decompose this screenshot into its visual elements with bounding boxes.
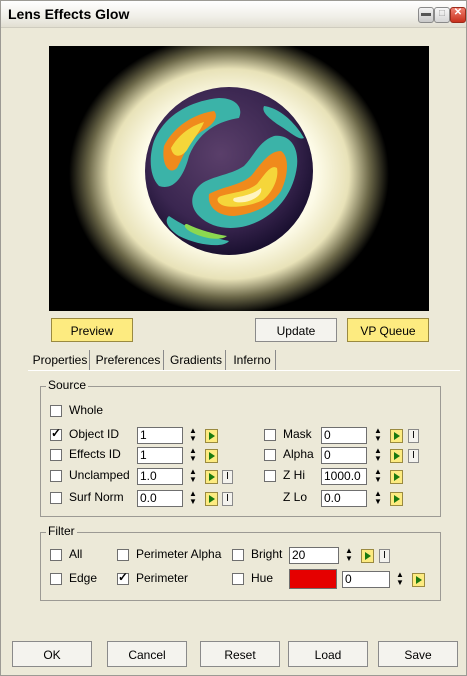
object-id-field[interactable]: 1 bbox=[137, 427, 183, 444]
tab-properties[interactable]: Properties bbox=[31, 350, 90, 370]
mask-invert-button[interactable]: I bbox=[408, 429, 419, 443]
unclamped-field[interactable]: 1.0 bbox=[137, 468, 183, 485]
surf-norm-play-icon[interactable] bbox=[205, 492, 218, 506]
tab-preferences[interactable]: Preferences bbox=[93, 350, 164, 370]
z-lo-field[interactable]: 0.0 bbox=[321, 490, 367, 507]
effects-id-checkbox[interactable] bbox=[50, 449, 62, 461]
load-button[interactable]: Load bbox=[288, 641, 368, 667]
bright-checkbox[interactable] bbox=[232, 549, 244, 561]
perimeter-alpha-label: Perimeter Alpha bbox=[136, 547, 222, 561]
mask-play-icon[interactable] bbox=[390, 429, 403, 443]
unclamped-spinner-icon[interactable]: ▲ ▼ bbox=[188, 468, 198, 485]
hue-field[interactable]: 0 bbox=[342, 571, 390, 588]
filter-group bbox=[40, 532, 441, 601]
cancel-button[interactable]: Cancel bbox=[107, 641, 187, 667]
all-label: All bbox=[69, 547, 83, 561]
hue-play-icon[interactable] bbox=[412, 573, 425, 587]
bright-spinner-icon[interactable]: ▲ ▼ bbox=[344, 547, 354, 564]
effects-id-label: Effects ID bbox=[69, 447, 121, 461]
all-checkbox[interactable] bbox=[50, 549, 62, 561]
unclamped-play-icon[interactable] bbox=[205, 470, 218, 484]
z-hi-label: Z Hi bbox=[283, 468, 305, 482]
mask-spinner-icon[interactable]: ▲ ▼ bbox=[373, 427, 383, 444]
hue-spinner-icon[interactable]: ▲ ▼ bbox=[395, 571, 405, 588]
preview-button[interactable]: Preview bbox=[51, 318, 133, 342]
z-lo-label: Z Lo bbox=[283, 490, 308, 504]
ok-button[interactable]: OK bbox=[12, 641, 92, 667]
alpha-invert-button[interactable]: I bbox=[408, 449, 419, 463]
source-group-label: Source bbox=[46, 378, 89, 392]
minimize-icon[interactable]: ▬ bbox=[418, 7, 434, 23]
maximize-icon[interactable]: □ bbox=[434, 7, 450, 23]
update-button[interactable]: Update bbox=[255, 318, 337, 342]
perimeter-checkbox[interactable] bbox=[117, 570, 129, 585]
unclamped-invert-button[interactable]: I bbox=[222, 470, 233, 484]
mask-label: Mask bbox=[283, 427, 312, 441]
whole-checkbox[interactable] bbox=[50, 405, 62, 417]
bright-play-icon[interactable] bbox=[361, 549, 374, 563]
title-bar[interactable]: Lens Effects Glow ▬ □ ✕ bbox=[1, 1, 466, 28]
save-button[interactable]: Save bbox=[378, 641, 458, 667]
reset-button[interactable]: Reset bbox=[200, 641, 280, 667]
tab-gradients[interactable]: Gradients bbox=[167, 350, 226, 370]
surf-norm-spinner-icon[interactable]: ▲ ▼ bbox=[188, 490, 198, 507]
bright-label: Bright bbox=[251, 547, 283, 561]
close-icon[interactable]: ✕ bbox=[450, 7, 466, 23]
tab-inferno[interactable]: Inferno bbox=[229, 350, 276, 370]
alpha-label: Alpha bbox=[283, 447, 314, 461]
alpha-checkbox[interactable] bbox=[264, 449, 276, 461]
unclamped-label: Unclamped bbox=[69, 468, 130, 482]
perimeter-label: Perimeter bbox=[136, 571, 189, 585]
z-lo-play-icon[interactable] bbox=[390, 492, 403, 506]
z-hi-field[interactable]: 1000.0 bbox=[321, 468, 367, 485]
hue-label: Hue bbox=[251, 571, 274, 585]
object-id-spinner-icon[interactable]: ▲ ▼ bbox=[188, 427, 198, 444]
whole-label: Whole bbox=[69, 403, 104, 417]
z-hi-play-icon[interactable] bbox=[390, 470, 403, 484]
lens-effects-glow-window: Lens Effects Glow ▬ □ ✕ Preview Update V… bbox=[0, 0, 467, 676]
surf-norm-field[interactable]: 0.0 bbox=[137, 490, 183, 507]
z-lo-spinner-icon[interactable]: ▲ ▼ bbox=[373, 490, 383, 507]
alpha-field[interactable]: 0 bbox=[321, 447, 367, 464]
alpha-spinner-icon[interactable]: ▲ ▼ bbox=[373, 447, 383, 464]
edge-checkbox[interactable] bbox=[50, 573, 62, 585]
tab-divider bbox=[28, 370, 460, 371]
hue-checkbox[interactable] bbox=[232, 573, 244, 585]
bright-invert-button[interactable]: I bbox=[379, 549, 390, 563]
alpha-play-icon[interactable] bbox=[390, 449, 403, 463]
surf-norm-checkbox[interactable] bbox=[50, 492, 62, 504]
object-id-label: Object ID bbox=[69, 427, 120, 441]
glow-sphere-illustration bbox=[49, 46, 429, 311]
object-id-checkbox[interactable] bbox=[50, 426, 62, 441]
effects-id-field[interactable]: 1 bbox=[137, 447, 183, 464]
surf-norm-invert-button[interactable]: I bbox=[222, 492, 233, 506]
surf-norm-label: Surf Norm bbox=[69, 490, 124, 504]
mask-field[interactable]: 0 bbox=[321, 427, 367, 444]
z-hi-spinner-icon[interactable]: ▲ ▼ bbox=[373, 468, 383, 485]
unclamped-checkbox[interactable] bbox=[50, 470, 62, 482]
bright-field[interactable]: 20 bbox=[289, 547, 339, 564]
mask-checkbox[interactable] bbox=[264, 429, 276, 441]
hue-color-swatch[interactable] bbox=[289, 569, 337, 589]
window-title: Lens Effects Glow bbox=[8, 6, 130, 22]
edge-label: Edge bbox=[69, 571, 98, 585]
effects-id-play-icon[interactable] bbox=[205, 449, 218, 463]
effects-id-spinner-icon[interactable]: ▲ ▼ bbox=[188, 447, 198, 464]
object-id-play-icon[interactable] bbox=[205, 429, 218, 443]
vp-queue-button[interactable]: VP Queue bbox=[347, 318, 429, 342]
filter-group-label: Filter bbox=[46, 524, 77, 538]
z-hi-checkbox[interactable] bbox=[264, 470, 276, 482]
perimeter-alpha-checkbox[interactable] bbox=[117, 549, 129, 561]
preview-image bbox=[49, 46, 429, 311]
